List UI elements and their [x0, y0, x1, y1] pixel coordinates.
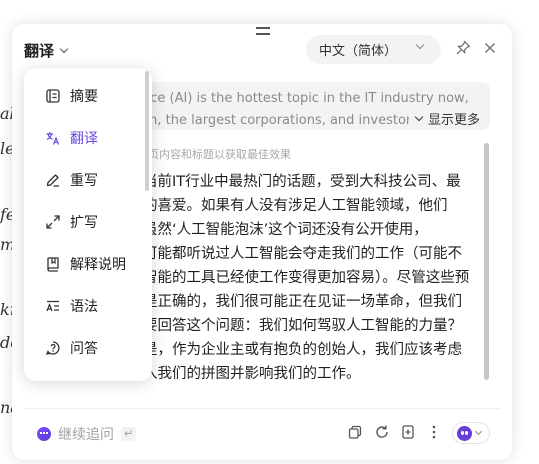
- enter-key-icon: ↵: [121, 427, 137, 441]
- chevron-down-icon: [59, 44, 69, 54]
- menu-item-label: 语法: [70, 299, 98, 315]
- grammar-icon: [46, 300, 59, 312]
- chevron-down-icon: [474, 427, 483, 436]
- result-line: 智能的工具已经使工作变得更加容易）。尽管这些预: [143, 270, 470, 286]
- menu-item-translate[interactable]: 翻译: [24, 120, 146, 156]
- menu-item-label: 扩写: [70, 215, 98, 231]
- drag-handle[interactable]: [256, 27, 270, 35]
- model-avatar-icon: [457, 425, 472, 441]
- menu-item-label: 问答: [70, 341, 98, 357]
- copy-icon[interactable]: [347, 424, 363, 440]
- followup-placeholder: 继续追问: [58, 427, 114, 443]
- summary-icon: [46, 89, 60, 103]
- result-line: 要回答这个问题：我们如何驾驭人工智能的力量？: [143, 318, 462, 334]
- menu-item-label: 翻译: [70, 131, 98, 147]
- translate-icon: [46, 132, 60, 145]
- question-icon: [45, 341, 60, 355]
- menu-item-rewrite[interactable]: 重写: [24, 162, 146, 198]
- menu-item-qa[interactable]: 问答: [24, 330, 146, 366]
- mode-title: 翻译: [24, 42, 55, 60]
- result-scrollbar[interactable]: [484, 143, 489, 380]
- show-more-label: 显示更多: [427, 113, 480, 128]
- result-line: 的喜爱。如果有人没有涉足人工智能领域，他们: [143, 198, 448, 214]
- result-line: 是，作为企业主或有抱负的创始人，我们应该考虑: [143, 342, 462, 358]
- followup-input[interactable]: 继续追问 ↵: [37, 424, 137, 444]
- regenerate-icon[interactable]: [374, 424, 390, 440]
- model-select-button[interactable]: [452, 422, 490, 444]
- divider: [24, 408, 500, 409]
- source-line: ch, the largest corporations, and invest…: [142, 113, 419, 128]
- chevron-down-icon: [414, 112, 424, 121]
- menu-item-label: 重写: [70, 173, 98, 189]
- result-line: 可能都听说过人工智能会夺走我们的工作（可能不: [143, 246, 462, 262]
- chevron-down-icon: [415, 40, 425, 50]
- result-line: 虽然‘人工智能泡沫’这个词还没有公开使用，: [143, 222, 428, 238]
- book-icon: [47, 257, 59, 272]
- more-vertical-icon[interactable]: [426, 424, 442, 440]
- rewrite-pen-icon: [46, 174, 59, 187]
- hint-text: 页内容和标题以获取最佳效果: [148, 148, 291, 161]
- mode-dropdown[interactable]: 翻译: [24, 40, 69, 61]
- source-text-box: nce (AI) is the hottest topic in the IT …: [130, 82, 490, 130]
- menu-item-grammar[interactable]: 语法: [24, 288, 146, 324]
- result-line: 入我们的拼图并影响我们的工作。: [143, 366, 361, 382]
- pin-icon[interactable]: [455, 40, 471, 56]
- expand-arrows-icon: [46, 215, 60, 229]
- menu-item-explain[interactable]: 解释说明: [24, 246, 146, 282]
- menu-item-label: 解释说明: [70, 257, 126, 273]
- menu-item-expand[interactable]: 扩写: [24, 204, 146, 240]
- result-line: 当前IT行业中最热门的话题，受到大科技公司、最: [143, 174, 461, 190]
- result-line: 是正确的，我们很可能正在见证一场革命，但我们: [143, 294, 462, 310]
- language-select[interactable]: 中文（简体）: [306, 35, 441, 64]
- language-value: 中文（简体）: [319, 44, 398, 59]
- show-more-button[interactable]: 显示更多: [408, 109, 480, 128]
- menu-item-summary[interactable]: 摘要: [24, 78, 146, 114]
- translation-result: 当前IT行业中最热门的话题，受到大科技公司、最 的喜爱。如果有人没有涉足人工智能…: [140, 170, 485, 390]
- menu-item-label: 摘要: [70, 89, 98, 105]
- ai-assistant-icon: [37, 427, 51, 441]
- close-icon[interactable]: [482, 40, 498, 56]
- source-line: nce (AI) is the hottest topic in the IT …: [142, 91, 469, 106]
- save-note-icon[interactable]: [400, 424, 416, 440]
- mode-menu: 摘要 翻译 重写 扩写 解释说明 语法 问答: [24, 68, 152, 381]
